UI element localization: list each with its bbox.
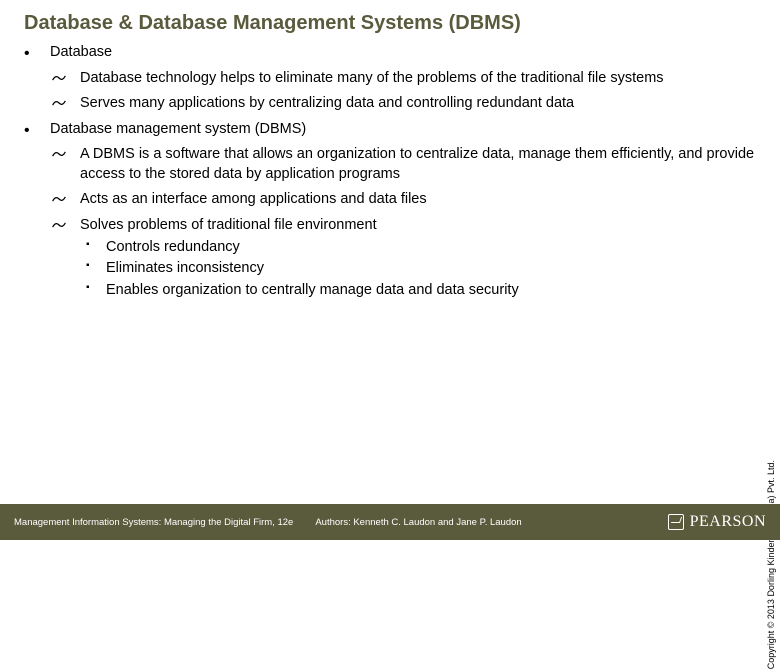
sub-bullet-text: Acts as an interface among applications …: [80, 191, 427, 207]
bullet-list-level3: Controls redundancy Eliminates inconsist…: [80, 238, 756, 301]
sub-bullet: Solves problems of traditional file envi…: [50, 216, 756, 300]
bullet-heading: Database: [50, 43, 756, 63]
tertiary-text: Controls redundancy: [106, 239, 240, 255]
sub-bullet: A DBMS is a software that allows an orga…: [50, 145, 756, 184]
brand-text: PEARSON: [690, 513, 766, 531]
sub-bullet-text: Serves many applications by centralizing…: [80, 95, 574, 111]
footer-bar: Management Information Systems: Managing…: [0, 504, 780, 540]
copyright-text: Copyright © 2013 Dorling Kindersley (Ind…: [766, 460, 776, 669]
sub-bullet: Acts as an interface among applications …: [50, 190, 756, 210]
bullet-list-level2: A DBMS is a software that allows an orga…: [50, 145, 756, 300]
tertiary-bullet: Eliminates inconsistency: [80, 259, 756, 279]
tertiary-text: Enables organization to centrally manage…: [106, 282, 519, 298]
bullet-list-level1: Database Database technology helps to el…: [24, 43, 756, 300]
bullet-database: Database Database technology helps to el…: [24, 43, 756, 114]
slide-title: Database & Database Management Systems (…: [24, 12, 756, 35]
tertiary-text: Eliminates inconsistency: [106, 260, 264, 276]
sub-bullet: Serves many applications by centralizing…: [50, 94, 756, 114]
bullet-dbms: Database management system (DBMS) A DBMS…: [24, 120, 756, 301]
sub-bullet-text: A DBMS is a software that allows an orga…: [80, 146, 754, 182]
footer-left-text: Management Information Systems: Managing…: [14, 517, 293, 528]
bullet-list-level2: Database technology helps to eliminate m…: [50, 69, 756, 114]
slide-content: Database Database technology helps to el…: [24, 43, 756, 300]
pearson-icon: [668, 514, 684, 530]
sub-bullet: Database technology helps to eliminate m…: [50, 69, 756, 89]
bullet-heading: Database management system (DBMS): [50, 120, 756, 140]
brand-logo: PEARSON: [668, 513, 766, 531]
slide: Database & Database Management Systems (…: [0, 0, 780, 540]
copyright-sidebar: Copyright © 2013 Dorling Kindersley (Ind…: [762, 120, 776, 460]
sub-bullet-text: Database technology helps to eliminate m…: [80, 70, 664, 86]
tertiary-bullet: Controls redundancy: [80, 238, 756, 258]
tertiary-bullet: Enables organization to centrally manage…: [80, 281, 756, 301]
sub-bullet-text: Solves problems of traditional file envi…: [80, 217, 377, 233]
footer-authors-text: Authors: Kenneth C. Laudon and Jane P. L…: [315, 517, 521, 528]
